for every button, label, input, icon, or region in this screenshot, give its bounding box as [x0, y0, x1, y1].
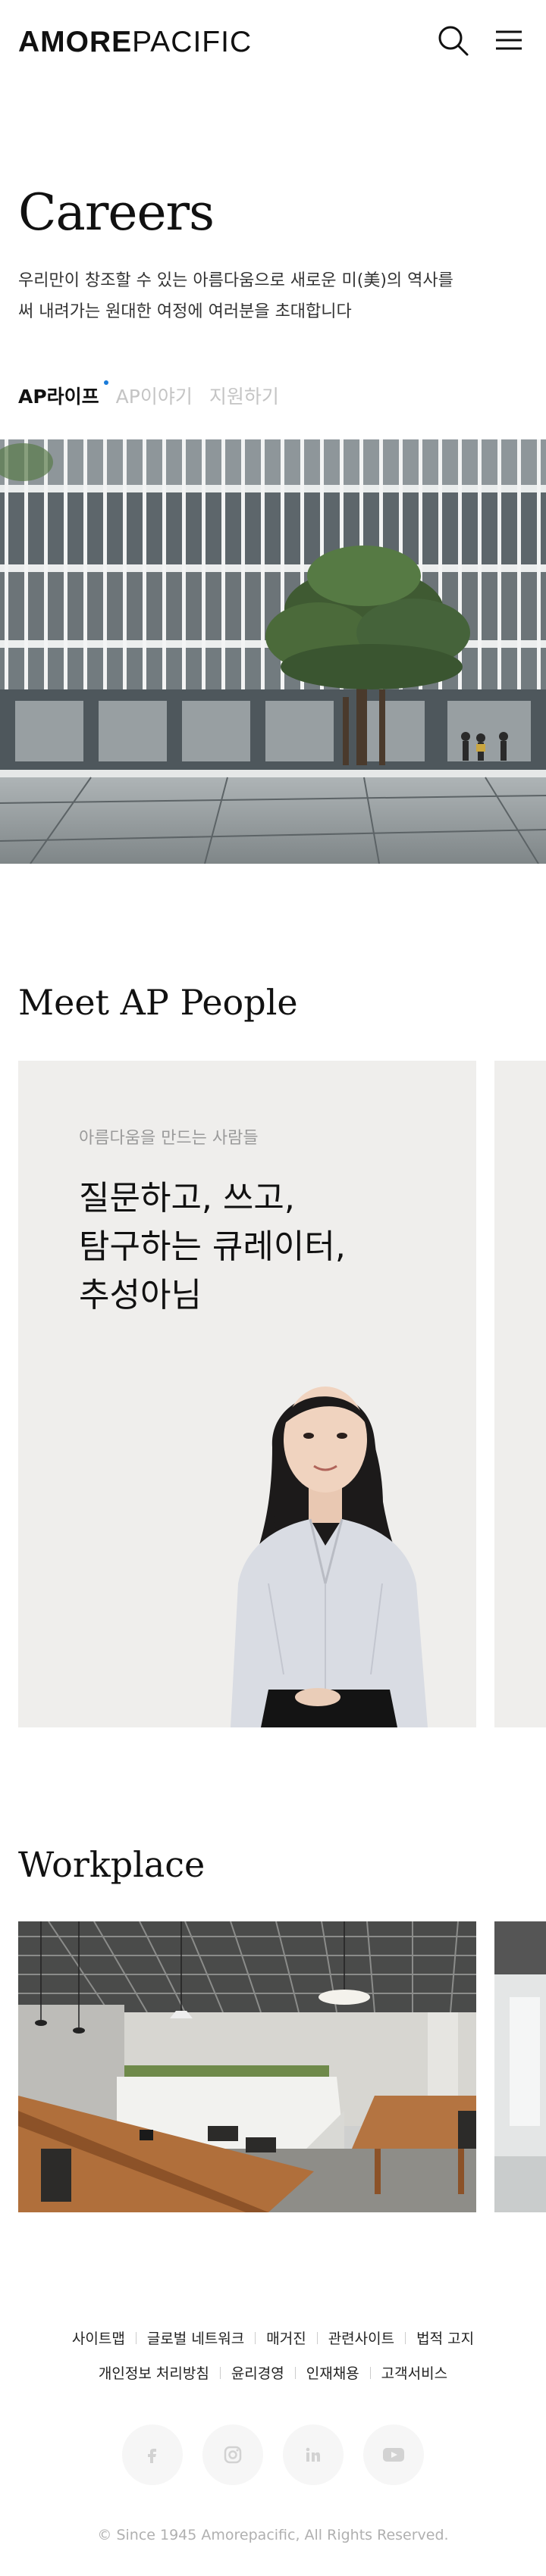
footer-link-privacy-policy[interactable]: 개인정보 처리방침 — [99, 2362, 209, 2383]
tab-label: AP라이프 — [18, 386, 99, 408]
section-title-workplace: Workplace — [18, 1844, 206, 1885]
footer-separator — [369, 2366, 371, 2379]
footer-links-primary: 사이트맵 글로벌 네트워크 매거진 관련사이트 법적 고지 — [0, 2327, 546, 2348]
description-line: 써 내려가는 원대한 여정에 여러분을 초대합니다 — [18, 302, 352, 321]
headline-line: 질문하고, 쓰고, — [79, 1179, 295, 1218]
footer-separator — [255, 2331, 256, 2344]
page-title: Careers — [18, 183, 215, 242]
active-indicator-dot — [103, 380, 108, 385]
tab-ap-life[interactable]: AP라이프 — [18, 380, 108, 409]
people-card[interactable]: 아름다움을 만드는 사람들 질문하고, 쓰고, 탐구하는 큐레이터, 추성아님 — [18, 1061, 476, 1727]
footer-separator — [294, 2366, 296, 2379]
careers-tabs: AP라이프 AP이야기 지원하기 — [18, 380, 279, 409]
footer-separator — [405, 2331, 406, 2344]
social-links — [0, 2424, 546, 2485]
footer-link-customer-service[interactable]: 고객서비스 — [381, 2362, 447, 2383]
section-title-meet-ap-people: Meet AP People — [18, 982, 298, 1023]
linkedin-icon[interactable] — [283, 2424, 344, 2485]
footer-link-sitemap[interactable]: 사이트맵 — [72, 2327, 125, 2348]
description-line: 우리만이 창조할 수 있는 아름다움으로 새로운 미(美)의 역사를 — [18, 271, 453, 290]
logo-text-bold: AMORE — [18, 26, 133, 58]
facebook-icon[interactable] — [122, 2424, 183, 2485]
hero-building-image — [0, 439, 546, 864]
tab-label: 지원하기 — [209, 386, 279, 408]
youtube-icon[interactable] — [363, 2424, 424, 2485]
footer-separator — [316, 2331, 318, 2344]
workplace-image[interactable] — [18, 1921, 476, 2212]
people-card-next-peek[interactable] — [494, 1061, 546, 1727]
copyright-text: © Since 1945 Amorepacific, All Rights Re… — [97, 2527, 449, 2543]
headline-line: 추성아님 — [79, 1276, 202, 1315]
workplace-next-image-peek[interactable] — [494, 1921, 546, 2212]
footer-link-related-sites[interactable]: 관련사이트 — [328, 2327, 394, 2348]
tab-apply[interactable]: 지원하기 — [209, 382, 279, 409]
card-eyebrow: 아름다움을 만드는 사람들 — [79, 1129, 259, 1148]
footer-link-global-network[interactable]: 글로벌 네트워크 — [147, 2327, 244, 2348]
page-description: 우리만이 창조할 수 있는 아름다움으로 새로운 미(美)의 역사를 써 내려가… — [18, 265, 511, 327]
footer-link-legal-notice[interactable]: 법적 고지 — [416, 2327, 474, 2348]
amorepacific-logo[interactable]: AMOREPACIFIC — [18, 26, 252, 59]
site-header: AMOREPACIFIC — [0, 0, 546, 85]
tab-label: AP이야기 — [115, 386, 193, 408]
footer-separator — [219, 2366, 221, 2379]
tab-ap-story[interactable]: AP이야기 — [116, 382, 193, 409]
logo-text-light: PACIFIC — [132, 26, 253, 58]
search-icon[interactable] — [435, 23, 470, 58]
person-portrait-image — [231, 1386, 428, 1727]
instagram-icon[interactable] — [202, 2424, 263, 2485]
footer-link-magazine[interactable]: 매거진 — [266, 2327, 306, 2348]
footer-link-recruitment[interactable]: 인재채용 — [306, 2362, 359, 2383]
footer-link-ethics[interactable]: 윤리경영 — [231, 2362, 284, 2383]
card-headline: 질문하고, 쓰고, 탐구하는 큐레이터, 추성아님 — [79, 1174, 443, 1320]
footer-links-secondary: 개인정보 처리방침 윤리경영 인재채용 고객서비스 — [0, 2362, 546, 2383]
headline-line: 탐구하는 큐레이터, — [79, 1227, 346, 1266]
hamburger-menu-icon[interactable] — [491, 23, 526, 58]
